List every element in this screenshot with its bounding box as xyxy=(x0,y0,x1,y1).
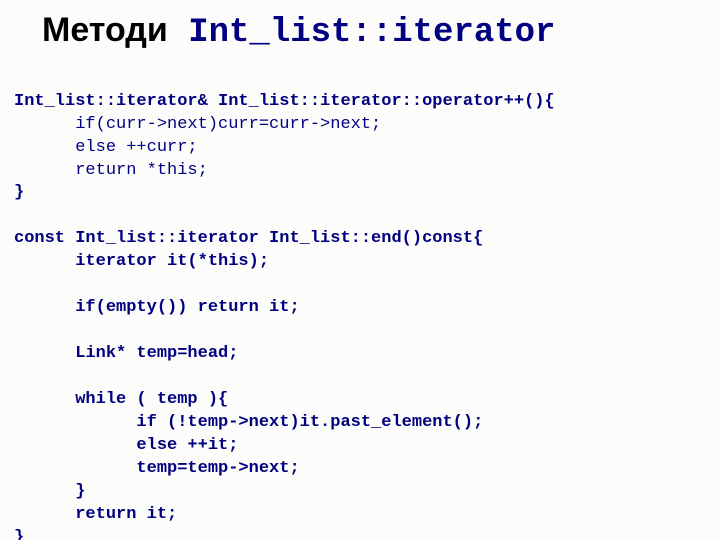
title-word: Методи xyxy=(42,11,168,49)
code-line: else ++curr; xyxy=(14,138,198,157)
slide: Методи Int_list::iterator Int_list::iter… xyxy=(0,0,720,540)
code-line: } xyxy=(14,482,85,501)
code-line: iterator it(*this); xyxy=(14,252,269,271)
code-line: } xyxy=(14,183,24,202)
code-line: } xyxy=(14,528,24,540)
code-line: return *this; xyxy=(14,161,208,180)
code-line: return it; xyxy=(14,505,177,524)
code-line: if (!temp->next)it.past_element(); xyxy=(14,413,483,432)
code-block: Int_list::iterator& Int_list::iterator::… xyxy=(14,68,706,540)
code-line: if(curr->next)curr=curr->next; xyxy=(14,115,381,134)
slide-title: Методи Int_list::iterator xyxy=(42,10,706,54)
title-code: Int_list::iterator xyxy=(188,14,555,52)
code-line: Link* temp=head; xyxy=(14,344,238,363)
code-line: if(empty()) return it; xyxy=(14,298,300,317)
code-line: while ( temp ){ xyxy=(14,390,228,409)
code-line: temp=temp->next; xyxy=(14,459,300,478)
code-line: const Int_list::iterator Int_list::end()… xyxy=(14,229,483,248)
code-line: Int_list::iterator& Int_list::iterator::… xyxy=(14,92,555,111)
code-line: else ++it; xyxy=(14,436,238,455)
